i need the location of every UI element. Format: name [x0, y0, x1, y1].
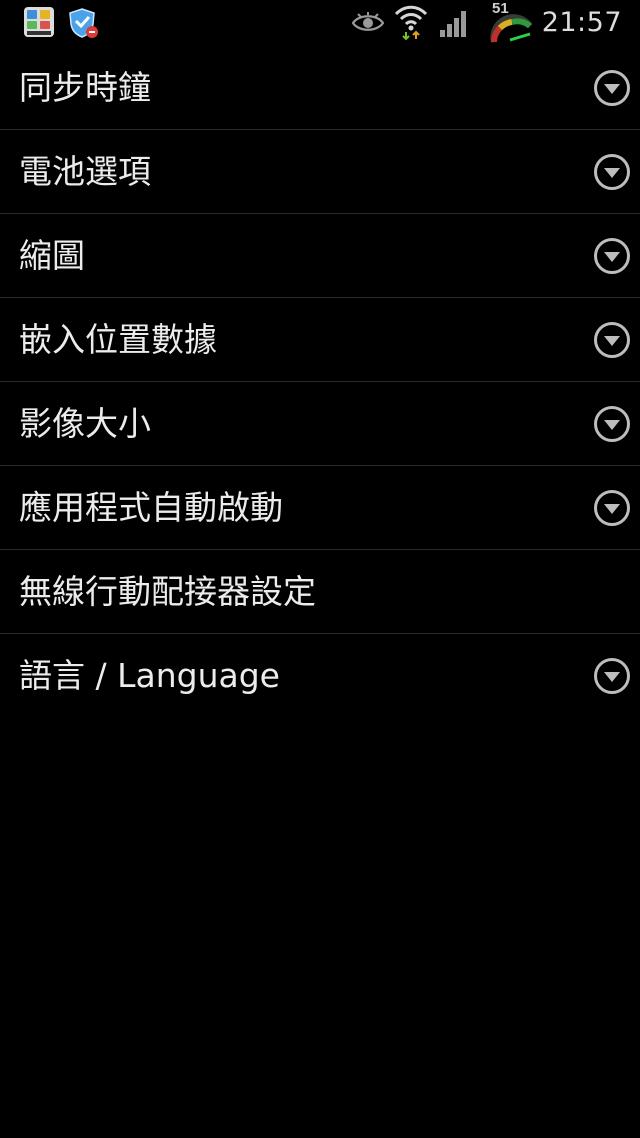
setting-thumbnails[interactable]: 縮圖 — [0, 214, 640, 298]
chevron-down-circle-icon[interactable] — [593, 321, 631, 359]
setting-image-size[interactable]: 影像大小 — [0, 382, 640, 466]
setting-label: 語言 / Language — [19, 656, 280, 695]
nikon-app-icon — [23, 6, 55, 38]
setting-language[interactable]: 語言 / Language — [0, 634, 640, 718]
status-bar: 51 21:57 — [0, 0, 640, 46]
eye-icon — [351, 12, 385, 34]
wifi-icon — [394, 4, 428, 41]
setting-wireless-adapter[interactable]: 無線行動配接器設定 — [0, 550, 640, 634]
clock-time: 21:57 — [541, 7, 622, 38]
chevron-down-circle-icon[interactable] — [593, 657, 631, 695]
chevron-down-circle-icon[interactable] — [593, 405, 631, 443]
setting-label: 縮圖 — [19, 236, 85, 275]
setting-label: 同步時鐘 — [19, 68, 151, 107]
signal-icon — [438, 8, 470, 38]
setting-sync-clock[interactable]: 同步時鐘 — [0, 46, 640, 130]
chevron-down-circle-icon[interactable] — [593, 489, 631, 527]
setting-battery-options[interactable]: 電池選項 — [0, 130, 640, 214]
speedometer-icon — [490, 6, 534, 44]
chevron-down-circle-icon[interactable] — [593, 237, 631, 275]
setting-label: 嵌入位置數據 — [19, 320, 217, 359]
chevron-down-circle-icon[interactable] — [593, 153, 631, 191]
setting-app-auto-launch[interactable]: 應用程式自動啟動 — [0, 466, 640, 550]
shield-alert-icon — [68, 7, 100, 39]
setting-label: 電池選項 — [19, 152, 151, 191]
setting-embed-location[interactable]: 嵌入位置數據 — [0, 298, 640, 382]
setting-label: 無線行動配接器設定 — [19, 572, 316, 611]
chevron-down-circle-icon[interactable] — [593, 69, 631, 107]
setting-label: 影像大小 — [19, 404, 151, 443]
setting-label: 應用程式自動啟動 — [19, 488, 283, 527]
settings-list: 同步時鐘 電池選項 縮圖 嵌入位置數據 影像大小 應用程式自動啟動 無線行動配接… — [0, 46, 640, 718]
